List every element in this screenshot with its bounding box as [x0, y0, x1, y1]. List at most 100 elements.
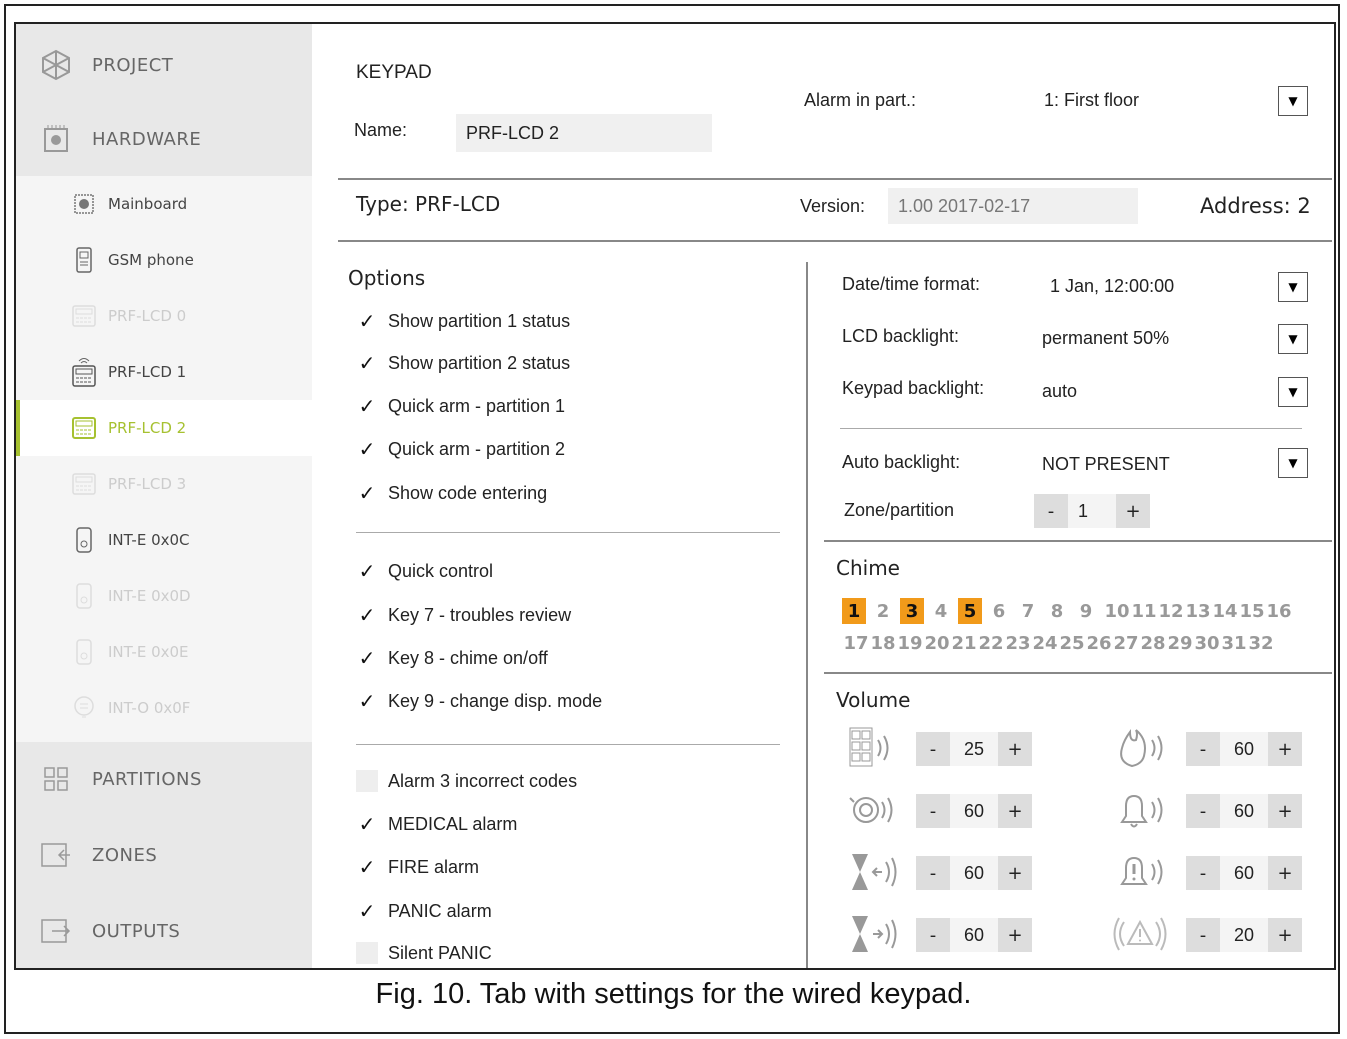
stepper-value[interactable]: 25: [950, 732, 998, 766]
sidebar-item-int-e-0x0c[interactable]: INT-E 0x0C: [16, 512, 312, 568]
checkbox-key-9[interactable]: ✓ Key 9 - change disp. mode: [356, 690, 603, 713]
stepper-value[interactable]: 1: [1068, 494, 1116, 528]
auto-backlight-value[interactable]: NOT PRESENT: [1042, 454, 1170, 475]
chime-zone-17[interactable]: 17: [842, 630, 870, 656]
chime-zone-27[interactable]: 27: [1112, 630, 1140, 656]
stepper-value[interactable]: 60: [1220, 732, 1268, 766]
chime-zone-6[interactable]: 6: [987, 598, 1011, 624]
increment-button[interactable]: +: [998, 856, 1032, 890]
chime-zone-10[interactable]: 10: [1103, 598, 1131, 624]
stepper-value[interactable]: 60: [950, 856, 998, 890]
datetime-format-value[interactable]: 1 Jan, 12:00:00: [1050, 276, 1174, 297]
chime-zone-3[interactable]: 3: [900, 598, 924, 624]
alarm-partition-dropdown[interactable]: ▼: [1278, 86, 1308, 116]
sidebar-item-prf-lcd-0[interactable]: PRF-LCD 0: [16, 288, 312, 344]
sidebar-item-prf-lcd-3[interactable]: PRF-LCD 3: [16, 456, 312, 512]
sidebar-item-mainboard[interactable]: Mainboard: [16, 176, 312, 232]
chime-zone-8[interactable]: 8: [1045, 598, 1069, 624]
sidebar-item-gsm-phone[interactable]: GSM phone: [16, 232, 312, 288]
chime-zone-32[interactable]: 32: [1247, 630, 1275, 656]
checkbox-silent-panic[interactable]: Silent PANIC: [356, 942, 492, 964]
increment-button[interactable]: +: [998, 732, 1032, 766]
chime-zone-18[interactable]: 18: [869, 630, 897, 656]
alarm-partition-value[interactable]: 1: First floor: [1044, 90, 1139, 111]
chime-zone-22[interactable]: 22: [977, 630, 1005, 656]
increment-button[interactable]: +: [1116, 494, 1150, 528]
chime-zone-31[interactable]: 31: [1220, 630, 1248, 656]
increment-button[interactable]: +: [1268, 732, 1302, 766]
sidebar-item-hardware[interactable]: HARDWARE: [16, 102, 312, 176]
chime-zone-2[interactable]: 2: [871, 598, 895, 624]
increment-button[interactable]: +: [1268, 856, 1302, 890]
sidebar-item-int-e-0x0d[interactable]: INT-E 0x0D: [16, 568, 312, 624]
sidebar-item-prf-lcd-1[interactable]: PRF-LCD 1: [16, 344, 312, 400]
checkbox-show-partition-2-status[interactable]: ✓ Show partition 2 status: [356, 352, 571, 375]
chime-zone-15[interactable]: 15: [1238, 598, 1266, 624]
chime-zone-13[interactable]: 13: [1184, 598, 1212, 624]
stepper-value[interactable]: 60: [950, 794, 998, 828]
chime-zone-5[interactable]: 5: [958, 598, 982, 624]
decrement-button[interactable]: -: [1034, 494, 1068, 528]
checkbox-panic-alarm[interactable]: ✓ PANIC alarm: [356, 900, 492, 923]
checkbox-quick-arm-partition-1[interactable]: ✓ Quick arm - partition 1: [356, 395, 565, 418]
checkbox-quick-control[interactable]: ✓ Quick control: [356, 560, 493, 583]
lcd-backlight-value[interactable]: permanent 50%: [1042, 328, 1169, 349]
lcd-backlight-dropdown[interactable]: ▼: [1278, 324, 1308, 354]
checkbox-show-partition-1-status[interactable]: ✓ Show partition 1 status: [356, 310, 571, 333]
chime-zone-14[interactable]: 14: [1211, 598, 1239, 624]
chime-zone-24[interactable]: 24: [1031, 630, 1059, 656]
chime-zone-20[interactable]: 20: [923, 630, 951, 656]
checkbox-key-7[interactable]: ✓ Key 7 - troubles review: [356, 604, 571, 627]
keypad-backlight-value[interactable]: auto: [1042, 381, 1077, 402]
sidebar-item-project[interactable]: PROJECT: [16, 28, 312, 102]
checkbox-alarm-3-incorrect-codes[interactable]: Alarm 3 incorrect codes: [356, 770, 577, 792]
chime-zone-9[interactable]: 9: [1074, 598, 1098, 624]
keypad-backlight-dropdown[interactable]: ▼: [1278, 377, 1308, 407]
increment-button[interactable]: +: [1268, 918, 1302, 952]
chime-zone-21[interactable]: 21: [950, 630, 978, 656]
checkbox-fire-alarm[interactable]: ✓ FIRE alarm: [356, 856, 479, 879]
sidebar-item-int-o-0x0f[interactable]: INT-O 0x0F: [16, 680, 312, 736]
decrement-button[interactable]: -: [1186, 856, 1220, 890]
name-field[interactable]: PRF-LCD 2: [456, 114, 712, 152]
stepper-value[interactable]: 60: [1220, 856, 1268, 890]
sidebar-item-int-e-0x0e[interactable]: INT-E 0x0E: [16, 624, 312, 680]
stepper-value[interactable]: 60: [1220, 794, 1268, 828]
chime-zone-23[interactable]: 23: [1004, 630, 1032, 656]
checkbox-quick-arm-partition-2[interactable]: ✓ Quick arm - partition 2: [356, 438, 565, 461]
chime-zone-19[interactable]: 19: [896, 630, 924, 656]
checkbox-key-8[interactable]: ✓ Key 8 - chime on/off: [356, 647, 548, 670]
chime-zone-29[interactable]: 29: [1166, 630, 1194, 656]
checkbox-show-code-entering[interactable]: ✓ Show code entering: [356, 482, 548, 505]
chime-zone-25[interactable]: 25: [1058, 630, 1086, 656]
chime-zone-28[interactable]: 28: [1139, 630, 1167, 656]
checkbox-label: Silent PANIC: [388, 942, 492, 963]
auto-backlight-dropdown[interactable]: ▼: [1278, 448, 1308, 478]
decrement-button[interactable]: -: [916, 732, 950, 766]
stepper-value[interactable]: 20: [1220, 918, 1268, 952]
sidebar-item-prf-lcd-2[interactable]: PRF-LCD 2: [16, 400, 312, 456]
decrement-button[interactable]: -: [1186, 794, 1220, 828]
sidebar-item-zones[interactable]: ZONES: [16, 818, 312, 892]
chime-zone-30[interactable]: 30: [1193, 630, 1221, 656]
sidebar-item-partitions[interactable]: PARTITIONS: [16, 742, 312, 816]
decrement-button[interactable]: -: [916, 794, 950, 828]
decrement-button[interactable]: -: [1186, 732, 1220, 766]
chime-zone-7[interactable]: 7: [1016, 598, 1040, 624]
increment-button[interactable]: +: [1268, 794, 1302, 828]
increment-button[interactable]: +: [998, 918, 1032, 952]
sidebar-item-outputs[interactable]: OUTPUTS: [16, 894, 312, 968]
decrement-button[interactable]: -: [1186, 918, 1220, 952]
datetime-format-dropdown[interactable]: ▼: [1278, 272, 1308, 302]
chime-zone-4[interactable]: 4: [929, 598, 953, 624]
chime-zone-12[interactable]: 12: [1157, 598, 1185, 624]
stepper-value[interactable]: 60: [950, 918, 998, 952]
chime-zone-26[interactable]: 26: [1085, 630, 1113, 656]
decrement-button[interactable]: -: [916, 856, 950, 890]
decrement-button[interactable]: -: [916, 918, 950, 952]
increment-button[interactable]: +: [998, 794, 1032, 828]
chime-zone-16[interactable]: 16: [1265, 598, 1293, 624]
chime-zone-11[interactable]: 11: [1130, 598, 1158, 624]
chime-zone-1[interactable]: 1: [842, 598, 866, 624]
checkbox-medical-alarm[interactable]: ✓ MEDICAL alarm: [356, 813, 518, 836]
